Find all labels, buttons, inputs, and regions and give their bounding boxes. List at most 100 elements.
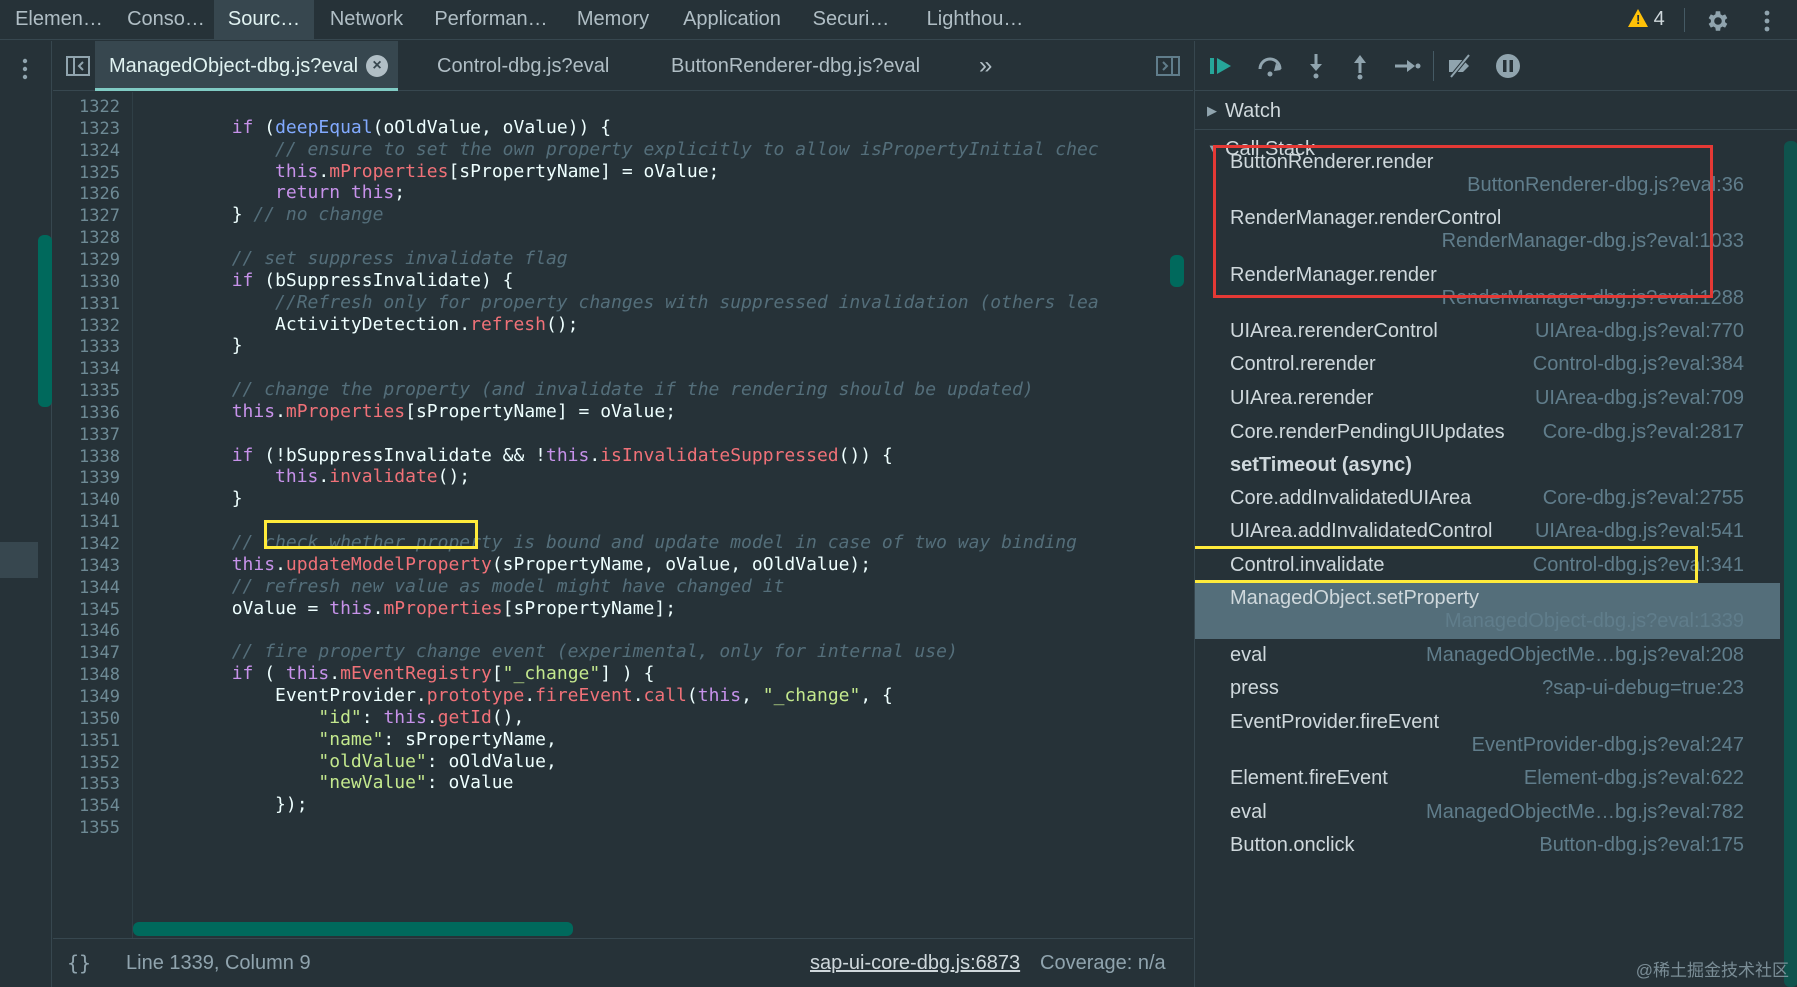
call-frame[interactable]: EventProvider.fireEvent EventProvider-dbg… — [1195, 707, 1780, 763]
code-line[interactable]: this.mProperties[sPropertyName] = oValue… — [145, 161, 719, 182]
call-frame[interactable]: press ?sap-ui-debug=true:23 — [1195, 673, 1780, 707]
frame-location[interactable]: UIArea-dbg.js?eval:541 — [1535, 520, 1744, 543]
pause-on-exceptions-icon[interactable] — [1493, 51, 1523, 81]
call-frame[interactable]: UIArea.addInvalidatedControl UIArea-dbg.j… — [1195, 516, 1780, 550]
frame-location[interactable]: UIArea-dbg.js?eval:770 — [1535, 320, 1744, 343]
frame-location[interactable]: Button-dbg.js?eval:175 — [1539, 834, 1744, 857]
code-editor[interactable]: 1322 1323 1324 1325 1326 1327 1328 1329 1330 1331… — [53, 92, 1193, 938]
code-line[interactable]: "newValue": oValue — [145, 772, 513, 793]
line-number[interactable]: 1326 — [79, 184, 120, 204]
call-frame[interactable]: Element.fireEvent Element-dbg.js?eval:622 — [1195, 763, 1780, 797]
code-line[interactable]: } — [145, 488, 243, 509]
line-number[interactable]: 1325 — [79, 163, 120, 183]
file-tab-managedobject[interactable]: ManagedObject-dbg.js?eval × — [95, 41, 399, 91]
step-into-icon[interactable] — [1301, 51, 1331, 81]
line-number[interactable]: 1334 — [79, 359, 120, 379]
frame-location[interactable]: Control-dbg.js?eval:384 — [1533, 353, 1744, 376]
tab-elements[interactable]: Elemen… — [0, 0, 118, 40]
code-line[interactable]: "name": sPropertyName, — [145, 729, 556, 750]
line-number[interactable]: 1350 — [79, 709, 120, 729]
call-frame[interactable]: Control.rerender Control-dbg.js?eval:384 — [1195, 349, 1780, 383]
tab-lighthouse[interactable]: Lighthou… — [901, 0, 1049, 40]
frame-location[interactable]: ?sap-ui-debug=true:23 — [1542, 677, 1744, 700]
tab-security[interactable]: Securi… — [801, 0, 901, 40]
editor-vertical-scrollbar[interactable] — [1170, 255, 1184, 287]
frame-location[interactable]: ManagedObjectMe…bg.js?eval:782 — [1426, 801, 1744, 824]
line-number[interactable]: 1340 — [79, 490, 120, 510]
file-tab-control[interactable]: Control-dbg.js?eval — [437, 41, 609, 91]
frame-location[interactable]: EventProvider-dbg.js?eval:247 — [1472, 734, 1744, 757]
line-number[interactable]: 1330 — [79, 272, 120, 292]
code-line[interactable]: this.invalidate(); — [145, 466, 470, 487]
code-line[interactable]: // refresh new value as model might have… — [145, 576, 785, 597]
line-number[interactable]: 1339 — [79, 468, 120, 488]
code-line[interactable]: // set suppress invalidate flag — [145, 248, 568, 269]
code-line[interactable]: // change the property (and invalidate i… — [145, 379, 1034, 400]
line-number-gutter[interactable]: 1322 1323 1324 1325 1326 1327 1328 1329 1330 1331… — [53, 92, 133, 938]
source-link[interactable]: sap-ui-core-dbg.js:6873 — [810, 939, 1020, 987]
frame-location[interactable]: Element-dbg.js?eval:622 — [1524, 767, 1744, 790]
line-number[interactable]: 1347 — [79, 643, 120, 663]
code-line[interactable]: this.mProperties[sPropertyName] = oValue… — [145, 401, 676, 422]
line-number[interactable]: 1338 — [79, 447, 120, 467]
code-line[interactable]: this.updateModelProperty(sPropertyName, … — [145, 554, 871, 575]
line-number[interactable]: 1353 — [79, 774, 120, 794]
file-tab-buttonrenderer[interactable]: ButtonRenderer-dbg.js?eval — [671, 41, 920, 91]
deactivate-breakpoints-icon[interactable] — [1445, 51, 1475, 81]
step-over-icon[interactable] — [1255, 51, 1285, 81]
line-number[interactable]: 1327 — [79, 206, 120, 226]
tab-network[interactable]: Network — [314, 0, 419, 40]
toggle-navigator-icon[interactable] — [65, 53, 91, 79]
line-number[interactable]: 1341 — [79, 512, 120, 532]
code-line[interactable]: // ensure to set the own property explic… — [145, 139, 1099, 160]
call-frame[interactable]: Core.renderPendingUIUpdates Core-dbg.js?e… — [1195, 417, 1780, 451]
toggle-debugger-icon[interactable] — [1155, 53, 1181, 79]
more-vertical-icon[interactable] — [20, 57, 30, 81]
code-line[interactable]: if (deepEqual(oOldValue, oValue)) { — [145, 117, 611, 138]
code-line[interactable]: // fire property change event (experimen… — [145, 641, 958, 662]
tab-performance[interactable]: Performan… — [419, 0, 563, 40]
line-number[interactable]: 1352 — [79, 753, 120, 773]
call-frame[interactable]: Button.onclick Button-dbg.js?eval:175 — [1195, 830, 1780, 864]
line-number[interactable]: 1343 — [79, 556, 120, 576]
line-number[interactable]: 1322 — [79, 97, 120, 117]
tab-application[interactable]: Application — [663, 0, 801, 40]
line-number[interactable]: 1329 — [79, 250, 120, 270]
callstack-scrollbar[interactable] — [1784, 141, 1797, 987]
pretty-print-icon[interactable]: {} — [67, 939, 91, 987]
code-line[interactable]: if (bSuppressInvalidate) { — [145, 270, 514, 291]
line-number[interactable]: 1355 — [79, 818, 120, 838]
line-number[interactable]: 1345 — [79, 600, 120, 620]
frame-location[interactable]: UIArea-dbg.js?eval:709 — [1535, 387, 1744, 410]
call-frame[interactable]: Core.addInvalidatedUIArea Core-dbg.js?eva… — [1195, 483, 1780, 517]
line-number[interactable]: 1323 — [79, 119, 120, 139]
line-number[interactable]: 1328 — [79, 228, 120, 248]
line-number[interactable]: 1336 — [79, 403, 120, 423]
call-frame[interactable]: ManagedObject.setProperty ManagedObject-d… — [1195, 583, 1780, 639]
line-number[interactable]: 1346 — [79, 621, 120, 641]
line-number[interactable]: 1331 — [79, 294, 120, 314]
frame-location[interactable]: ManagedObject-dbg.js?eval:1339 — [1445, 610, 1744, 633]
call-frame[interactable]: UIArea.rerender UIArea-dbg.js?eval:709 — [1195, 383, 1780, 417]
line-number[interactable]: 1342 — [79, 534, 120, 554]
line-number[interactable]: 1324 — [79, 141, 120, 161]
code-line[interactable]: }); — [145, 794, 308, 815]
editor-horizontal-scrollbar[interactable] — [133, 922, 573, 936]
line-number[interactable]: 1349 — [79, 687, 120, 707]
frame-location[interactable]: Core-dbg.js?eval:2755 — [1543, 487, 1744, 510]
call-frame[interactable]: eval ManagedObjectMe…bg.js?eval:782 — [1195, 797, 1780, 831]
navigator-selected-row[interactable] — [0, 542, 38, 578]
close-icon[interactable]: × — [366, 55, 389, 77]
step-icon[interactable] — [1391, 51, 1421, 81]
line-number[interactable]: 1332 — [79, 316, 120, 336]
call-frame[interactable]: UIArea.rerenderControl UIArea-dbg.js?eval… — [1195, 316, 1780, 350]
more-vertical-icon[interactable] — [1760, 8, 1774, 34]
code-line[interactable]: } // no change — [145, 204, 384, 225]
line-number[interactable]: 1344 — [79, 578, 120, 598]
frame-location[interactable]: Core-dbg.js?eval:2817 — [1543, 421, 1744, 444]
code-line[interactable]: if ( this.mEventRegistry["_change"] ) { — [145, 663, 655, 684]
call-frame[interactable]: eval ManagedObjectMe…bg.js?eval:208 — [1195, 640, 1780, 674]
navigator-scrollbar[interactable] — [38, 235, 52, 407]
more-tabs-button[interactable]: » — [979, 41, 992, 91]
line-number[interactable]: 1333 — [79, 337, 120, 357]
